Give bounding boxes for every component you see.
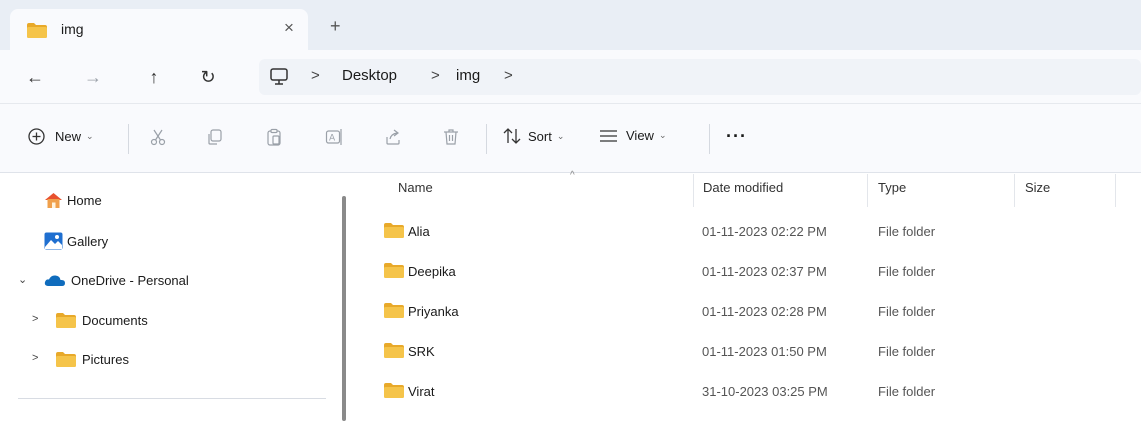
breadcrumb-img[interactable]: img bbox=[456, 67, 480, 84]
column-header-name[interactable]: Name bbox=[398, 180, 433, 195]
cloud-icon bbox=[44, 274, 66, 287]
folder-icon bbox=[27, 23, 47, 38]
refresh-icon[interactable]: ↻ bbox=[195, 64, 221, 90]
column-header-date[interactable]: Date modified bbox=[703, 180, 783, 195]
folder-icon bbox=[384, 343, 404, 358]
breadcrumb-separator: > bbox=[504, 67, 513, 84]
chevron-right-icon[interactable]: > bbox=[32, 313, 38, 325]
file-type: File folder bbox=[878, 224, 936, 239]
share-icon[interactable] bbox=[383, 127, 403, 147]
breadcrumb-desktop[interactable]: Desktop bbox=[342, 67, 397, 84]
sort-icon bbox=[503, 128, 521, 144]
sort-ascending-icon: ^ bbox=[570, 170, 575, 181]
new-tab-icon[interactable]: + bbox=[330, 16, 341, 36]
folder-icon bbox=[56, 313, 76, 328]
table-row[interactable]: SRK 01-11-2023 01:50 PM File folder bbox=[348, 337, 1118, 367]
view-label: View bbox=[626, 128, 654, 143]
table-row[interactable]: Deepika 01-11-2023 02:37 PM File folder bbox=[348, 257, 1118, 287]
column-divider[interactable] bbox=[1014, 174, 1015, 207]
sidebar-item-documents[interactable]: Documents bbox=[56, 313, 148, 328]
delete-icon[interactable] bbox=[441, 127, 461, 147]
folder-icon bbox=[56, 352, 76, 367]
navigation-pane: Home Gallery ⌄ OneDrive - Personal > Doc… bbox=[0, 174, 340, 421]
file-name: Priyanka bbox=[408, 304, 459, 319]
folder-icon bbox=[384, 383, 404, 398]
view-lines-icon bbox=[600, 129, 617, 142]
folder-icon bbox=[384, 303, 404, 318]
sort-button[interactable]: Sort ⌄ bbox=[503, 128, 564, 144]
file-name: Virat bbox=[408, 384, 435, 399]
column-header-type[interactable]: Type bbox=[878, 180, 906, 195]
sidebar-item-gallery[interactable]: Gallery bbox=[44, 232, 108, 250]
sidebar-item-pictures[interactable]: Pictures bbox=[56, 352, 129, 367]
up-arrow-icon[interactable]: ↑ bbox=[141, 64, 167, 90]
column-header-size[interactable]: Size bbox=[1025, 180, 1050, 195]
table-row[interactable]: Virat 31-10-2023 03:25 PM File folder bbox=[348, 377, 1118, 407]
file-date: 01-11-2023 01:50 PM bbox=[702, 344, 827, 359]
close-icon[interactable]: × bbox=[284, 18, 294, 38]
home-icon bbox=[44, 192, 63, 209]
sidebar-item-home[interactable]: Home bbox=[44, 192, 102, 209]
navigation-bar: ← → ↑ ↻ > Desktop > img > bbox=[0, 50, 1141, 103]
file-date: 31-10-2023 03:25 PM bbox=[702, 384, 828, 399]
sidebar-item-label: OneDrive - Personal bbox=[71, 273, 189, 288]
sort-label: Sort bbox=[528, 128, 552, 144]
chevron-down-icon: ⌄ bbox=[556, 130, 565, 141]
tab-strip: img × + bbox=[0, 0, 1141, 50]
divider bbox=[709, 124, 710, 154]
command-bar: New ⌄ A Sort ⌄ View ⌄ ··· bbox=[0, 103, 1141, 173]
gallery-icon bbox=[44, 232, 63, 250]
forward-arrow-icon[interactable]: → bbox=[80, 64, 106, 90]
sidebar-item-label: Home bbox=[67, 193, 102, 208]
sidebar-item-label: Documents bbox=[82, 313, 148, 328]
chevron-down-icon[interactable]: ⌄ bbox=[18, 273, 27, 286]
file-name: SRK bbox=[408, 344, 435, 359]
file-type: File folder bbox=[878, 304, 936, 319]
sidebar-item-onedrive[interactable]: OneDrive - Personal bbox=[44, 273, 189, 288]
breadcrumb-separator: > bbox=[431, 67, 440, 84]
view-button[interactable]: View ⌄ bbox=[600, 128, 667, 143]
sidebar-item-label: Pictures bbox=[82, 352, 129, 367]
tab-img[interactable]: img × bbox=[10, 9, 308, 50]
copy-icon[interactable] bbox=[205, 127, 225, 147]
table-row[interactable]: Alia 01-11-2023 02:22 PM File folder bbox=[348, 217, 1118, 247]
table-row[interactable]: Priyanka 01-11-2023 02:28 PM File folder bbox=[348, 297, 1118, 327]
more-options-icon[interactable]: ··· bbox=[726, 126, 747, 147]
chevron-down-icon: ⌄ bbox=[658, 130, 667, 140]
file-type: File folder bbox=[878, 384, 936, 399]
file-name: Alia bbox=[408, 224, 430, 239]
back-arrow-icon[interactable]: ← bbox=[22, 64, 48, 90]
file-type: File folder bbox=[878, 264, 936, 279]
svg-text:A: A bbox=[329, 134, 336, 144]
file-date: 01-11-2023 02:22 PM bbox=[702, 224, 827, 239]
chevron-down-icon: ⌄ bbox=[86, 131, 94, 141]
divider bbox=[486, 124, 487, 154]
folder-icon bbox=[384, 263, 404, 278]
divider bbox=[18, 398, 326, 399]
address-bar[interactable]: > Desktop > img > bbox=[259, 59, 1141, 95]
sidebar-item-label: Gallery bbox=[67, 233, 109, 249]
monitor-icon bbox=[269, 67, 289, 90]
breadcrumb-separator: > bbox=[311, 67, 320, 84]
new-label: New bbox=[55, 129, 82, 144]
column-divider[interactable] bbox=[693, 174, 694, 207]
plus-circle-icon bbox=[28, 128, 45, 145]
file-name: Deepika bbox=[408, 264, 456, 279]
new-button[interactable]: New ⌄ bbox=[28, 128, 94, 145]
tab-title: img bbox=[61, 21, 84, 37]
column-divider[interactable] bbox=[867, 174, 868, 207]
chevron-right-icon[interactable]: > bbox=[32, 352, 38, 364]
file-list: ^ Name Date modified Type Size Alia 01-1… bbox=[348, 170, 1141, 421]
folder-icon bbox=[384, 223, 404, 238]
cut-icon[interactable] bbox=[148, 127, 168, 147]
sidebar-scrollbar[interactable] bbox=[342, 196, 346, 421]
divider bbox=[128, 124, 129, 154]
file-date: 01-11-2023 02:37 PM bbox=[702, 264, 827, 279]
paste-icon[interactable] bbox=[264, 127, 284, 147]
rename-icon[interactable]: A bbox=[324, 127, 344, 147]
column-divider[interactable] bbox=[1115, 174, 1116, 207]
file-date: 01-11-2023 02:28 PM bbox=[702, 304, 827, 319]
file-type: File folder bbox=[878, 344, 936, 359]
